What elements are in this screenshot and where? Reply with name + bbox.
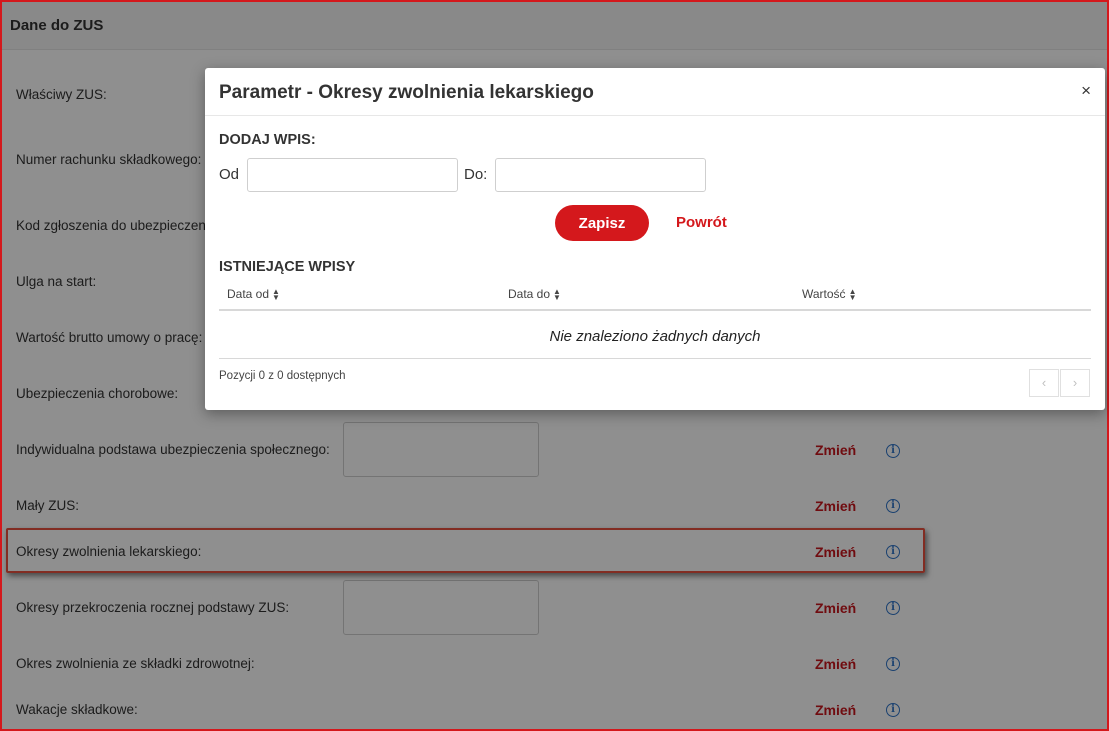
chevron-right-icon[interactable]: › — [1060, 369, 1090, 397]
existing-entries-heading: ISTNIEJĄCE WPISY — [219, 259, 356, 275]
add-entry-heading: DODAJ WPIS: — [219, 132, 316, 148]
back-link[interactable]: Powrót — [676, 214, 727, 231]
column-header-label: Data do — [508, 287, 551, 301]
to-label: Do: — [464, 166, 488, 183]
save-button[interactable]: Zapisz — [555, 205, 649, 241]
date-to-input[interactable] — [495, 158, 706, 192]
close-icon[interactable]: × — [1081, 82, 1091, 99]
sort-icon: ▲ ▼ — [553, 286, 561, 302]
sort-icon: ▲ ▼ — [848, 286, 857, 302]
from-label: Od — [219, 166, 240, 183]
modal-title: Parametr - Okresy zwolnienia lekarskiego — [219, 82, 594, 103]
table-header-divider — [219, 309, 1091, 311]
modal-header: Parametr - Okresy zwolnienia lekarskiego… — [205, 68, 1105, 116]
column-header-label: Data od — [227, 287, 270, 301]
empty-table-message: Nie znaleziono żadnych danych — [549, 328, 761, 345]
column-header-data-do[interactable]: Data do ▲ ▼ — [508, 287, 561, 301]
column-header-wartosc[interactable]: Wartość ▲ ▼ — [802, 287, 856, 301]
sort-icon: ▲ ▼ — [272, 286, 280, 302]
pagination-info: Pozycji 0 z 0 dostępnych — [219, 370, 346, 382]
modal-dialog: Parametr - Okresy zwolnienia lekarskiego… — [205, 68, 1105, 410]
column-header-label: Wartość — [802, 287, 846, 301]
table-bottom-divider — [219, 358, 1091, 359]
chevron-left-icon[interactable]: ‹ — [1029, 369, 1059, 397]
column-header-data-od[interactable]: Data od ▲ ▼ — [227, 287, 280, 301]
date-from-input[interactable] — [247, 158, 458, 192]
